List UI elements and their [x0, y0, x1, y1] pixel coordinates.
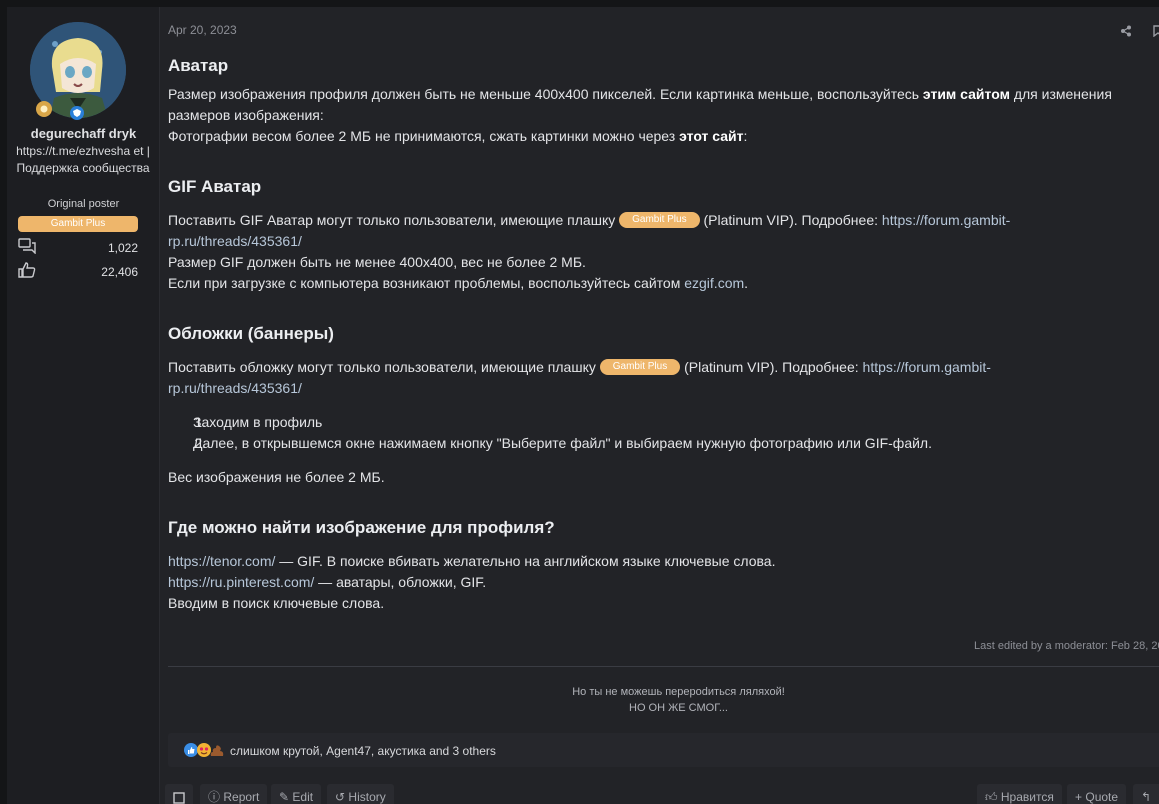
- thumbs-up-icon: 👍︎: [985, 790, 998, 804]
- avatar-text: :: [743, 128, 748, 144]
- user-sidebar: degurechaff dryk https://t.me/ezhvesha e…: [7, 7, 160, 804]
- edit-button[interactable]: ✎ Edit: [271, 784, 322, 804]
- gif-text: Если при загрузке с компьютера возникают…: [168, 275, 685, 291]
- post-date[interactable]: Apr 20, 2023: [168, 23, 237, 37]
- heading-avatar: Аватар: [168, 56, 229, 75]
- gold-medal-icon: [36, 101, 52, 117]
- select-checkbox[interactable]: [165, 784, 193, 804]
- post-content: Apr 20, 2023 Аватар Размер изображения п…: [165, 7, 1159, 804]
- original-poster-label: Original poster: [47, 198, 120, 210]
- reactions-summary[interactable]: слишком крутой, Agent47, акустика and 3 …: [230, 744, 496, 758]
- gif-line-1: Поставить GIF Аватар могут только пользо…: [168, 210, 1159, 231]
- tenor-link[interactable]: https://tenor.com/: [168, 553, 275, 569]
- pinterest-link[interactable]: https://ru.pinterest.com/: [168, 574, 314, 590]
- history-button[interactable]: ↺ History: [327, 784, 394, 804]
- signature-line-1: Но ты не можешь перероdиться ляляхой!: [572, 686, 785, 698]
- avatar-text: Фотографии весом более 2 МБ не принимают…: [168, 128, 680, 144]
- username[interactable]: degurechaff dryk: [7, 126, 160, 141]
- thread-link[interactable]: https://forum.gambit-: [863, 359, 991, 375]
- avatar-text: Размер изображения профиля должен быть н…: [168, 86, 923, 102]
- steps-list: 1. Заходим в профиль 2. Далее, в открывшем…: [168, 412, 1159, 454]
- where-line-1: https://tenor.com/ — GIF. В поиске вбива…: [168, 551, 1159, 572]
- avatar-line-2: размеров изображения:: [168, 107, 324, 123]
- heading-gif: GIF Аватар: [168, 177, 262, 196]
- user-banner: Gambit Plus: [18, 216, 138, 232]
- weight-line: Вес изображения не более 2 МБ.: [168, 469, 385, 485]
- gambit-plus-chip: Gambit Plus: [599, 359, 681, 375]
- gif-line-3: Размер GIF должен быть не менее 400x400,…: [168, 254, 586, 270]
- where-text: — аватары, обложки, GIF.: [314, 574, 487, 590]
- reactions-stat[interactable]: 22,406: [18, 262, 138, 282]
- banners-text: (Platinum VIP). Подробнее:: [680, 359, 863, 375]
- signature: Но ты не можешь перероdиться ляляхой! НО…: [168, 684, 1159, 716]
- where-text: — GIF. В поиске вбивать желательно на ан…: [275, 553, 776, 569]
- reactions-bar[interactable]: слишком крутой, Agent47, акустика and 3 …: [168, 733, 1159, 767]
- history-icon: ↺: [335, 790, 346, 804]
- user-title: https://t.me/ezhvesha et | Поддержка соо…: [16, 144, 150, 175]
- post-body: Аватар Размер изображения профиля должен…: [168, 55, 1159, 614]
- gif-line-4: Если при загрузке с компьютера возникают…: [168, 273, 1159, 294]
- messages-icon: [18, 238, 36, 254]
- reaction-icons: [183, 742, 227, 761]
- avatar-text: для изменения: [1009, 86, 1112, 102]
- history-label: History: [348, 790, 386, 804]
- love-reaction-icon: [197, 743, 211, 757]
- quote-label: Quote: [1085, 790, 1119, 804]
- thread-link[interactable]: https://forum.gambit-: [882, 212, 1010, 228]
- list-item: 1. Заходим в профиль: [168, 412, 1159, 433]
- last-edited-note: Last edited by a moderator: Feb 28, 2024: [974, 640, 1159, 652]
- avatar-line-3: Фотографии весом более 2 МБ не принимают…: [168, 126, 1159, 147]
- reply-icon: ↰: [1141, 790, 1152, 804]
- banners-line-1: Поставить обложку могут только пользоват…: [168, 357, 1159, 378]
- report-icon: ⓘ: [208, 790, 221, 804]
- signature-line-2: НО ОН ЖЕ СМОГ...: [629, 702, 728, 714]
- reply-button[interactable]: ↰: [1133, 784, 1159, 804]
- gif-line-2[interactable]: rp.ru/threads/435361/: [168, 231, 1159, 252]
- reactions-count: 22,406: [101, 265, 138, 279]
- pencil-icon: ✎: [279, 790, 290, 804]
- report-label: Report: [223, 790, 260, 804]
- plus-icon: +: [1075, 790, 1083, 804]
- gif-text: (Platinum VIP). Подробнее:: [699, 212, 882, 228]
- compress-site-link[interactable]: этот сайт: [679, 128, 743, 144]
- gif-text: Поставить GIF Аватар могут только пользо…: [168, 212, 620, 228]
- shield-icon: [70, 106, 84, 120]
- this-site-link[interactable]: этим сайтом: [923, 86, 1010, 102]
- banners-text: Поставить обложку могут только пользоват…: [168, 359, 600, 375]
- heading-where: Где можно найти изображение для профиля?: [168, 518, 555, 537]
- signature-divider: [168, 666, 1159, 667]
- gambit-plus-chip: Gambit Plus: [619, 212, 700, 228]
- post-container: degurechaff dryk https://t.me/ezhvesha e…: [7, 7, 1159, 804]
- ezgif-link[interactable]: ezgif.com: [684, 275, 744, 291]
- poop-reaction-icon: [210, 745, 224, 756]
- where-line-3: Вводим в поиск ключевые слова.: [168, 595, 385, 611]
- list-number: 1.: [194, 414, 206, 430]
- avatar-line-1: Размер изображения профиля должен быть н…: [168, 84, 1159, 105]
- quote-button[interactable]: + Quote: [1067, 784, 1127, 804]
- checkbox-icon: [173, 792, 185, 804]
- list-text: Заходим в профиль: [193, 414, 323, 430]
- list-number: 2.: [194, 435, 206, 451]
- where-line-2: https://ru.pinterest.com/ — аватары, обл…: [168, 572, 1159, 593]
- heading-banners: Обложки (баннеры): [168, 324, 334, 343]
- messages-stat[interactable]: 1,022: [18, 238, 138, 258]
- gif-text: .: [744, 275, 749, 291]
- list-item: 2. Далее, в открывшемся окне нажимаем кно…: [168, 433, 1159, 454]
- banners-line-2[interactable]: rp.ru/threads/435361/: [168, 378, 1159, 399]
- report-button[interactable]: ⓘ Report: [200, 784, 268, 804]
- edit-label: Edit: [292, 790, 314, 804]
- bookmark-icon[interactable]: [1153, 25, 1159, 37]
- like-label: Нравится: [1000, 790, 1054, 804]
- thumbs-up-icon: [18, 262, 36, 278]
- share-icon[interactable]: [1120, 25, 1132, 37]
- list-text: Далее, в открывшемся окне нажимаем кнопк…: [193, 435, 932, 451]
- messages-count: 1,022: [107, 241, 138, 255]
- like-button[interactable]: 👍︎ Нравится: [977, 784, 1062, 804]
